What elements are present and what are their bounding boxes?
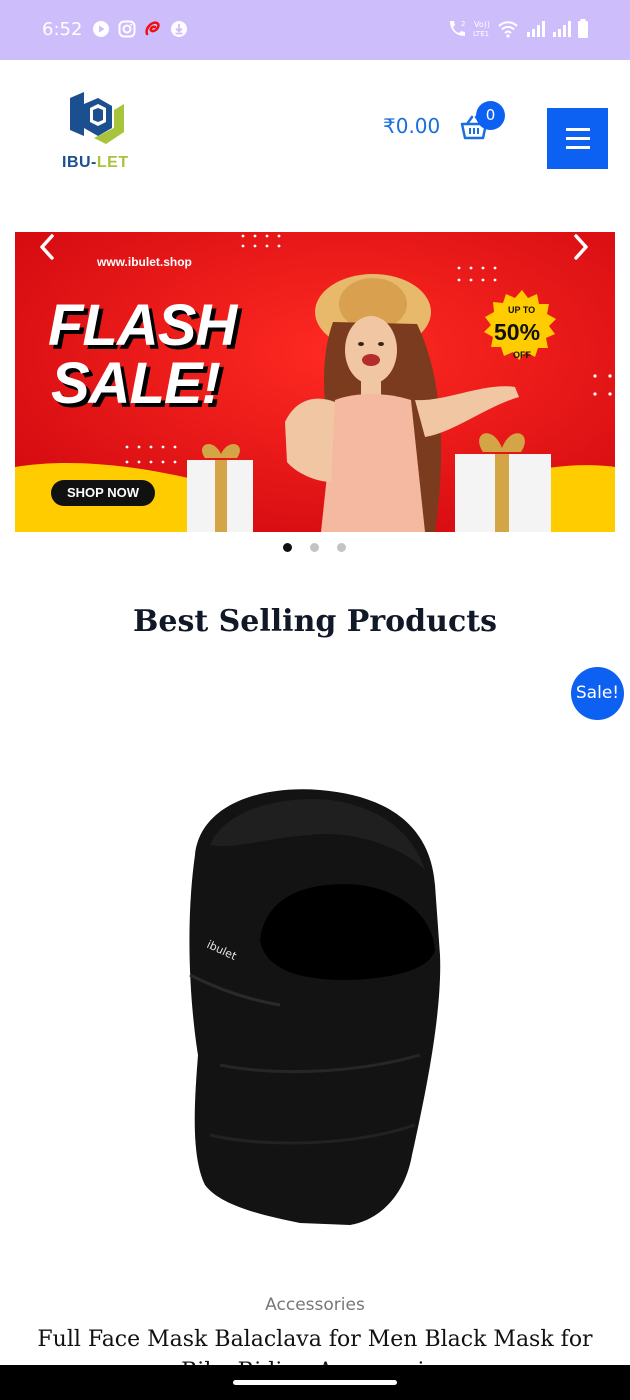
chevron-left-icon[interactable]: [37, 232, 57, 262]
svg-text:Vo)): Vo)): [474, 20, 490, 29]
svg-text:2: 2: [461, 20, 465, 28]
home-indicator[interactable]: [233, 1380, 397, 1385]
chevron-right-icon[interactable]: [571, 232, 591, 262]
airtel-icon: [145, 21, 160, 36]
signal-icon: [527, 21, 545, 37]
slider-dot-active[interactable]: [283, 543, 292, 552]
volte-call-icon: 2: [450, 20, 465, 36]
status-bar: 6:52 2 Vo)) LTE1: [0, 0, 630, 60]
cart-total[interactable]: ₹0.00: [383, 114, 440, 138]
menu-button[interactable]: [547, 108, 608, 169]
hamburger-icon-line: [566, 146, 590, 149]
discount-badge-off: OFF: [513, 350, 531, 360]
product-image-balaclava[interactable]: ibulet: [150, 775, 480, 1245]
vo-lte-icon: Vo)) LTE1: [473, 20, 490, 38]
signal-icon-2: [553, 21, 571, 37]
banner-headline-sale: SALE!: [51, 351, 221, 416]
wifi-icon: [498, 21, 518, 38]
slider-pagination: [283, 543, 353, 553]
banner-url: www.ibulet.shop: [97, 255, 192, 269]
instagram-icon: [118, 20, 136, 38]
shop-now-button[interactable]: SHOP NOW: [51, 480, 155, 506]
cart-count-badge: 0: [476, 101, 505, 130]
hamburger-icon-line: [566, 137, 590, 140]
sale-badge: Sale!: [571, 667, 624, 720]
product-category[interactable]: Accessories: [0, 1295, 630, 1315]
slider-dot[interactable]: [310, 543, 319, 552]
download-icon: [171, 21, 187, 37]
logo-text: IBU-LET: [62, 154, 129, 171]
discount-badge-up-to: UP TO: [508, 305, 536, 315]
discount-badge-percent: 50%: [494, 319, 541, 345]
battery-icon: [578, 19, 588, 38]
banner-headline-flash: FLASH: [48, 293, 237, 358]
flash-sale-banner[interactable]: www.ibulet.shop FLASH SALE! UP TO 50% OF…: [15, 232, 615, 532]
play-icon: [93, 21, 109, 37]
section-title: Best Selling Products: [133, 604, 497, 639]
status-time: 6:52: [42, 19, 83, 40]
svg-text:LTE1: LTE1: [473, 30, 489, 38]
hamburger-icon-line: [566, 128, 590, 131]
slider-dot[interactable]: [337, 543, 346, 552]
